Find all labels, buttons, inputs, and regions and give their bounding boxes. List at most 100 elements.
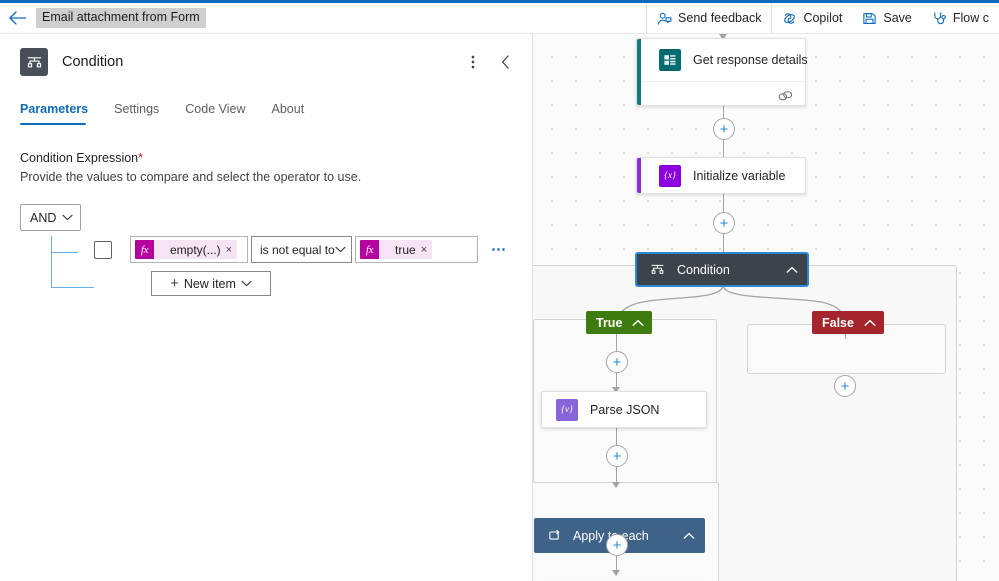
tab-settings[interactable]: Settings [114, 98, 171, 125]
true-branch-badge[interactable]: True [586, 311, 653, 334]
chevron-left-icon [501, 55, 509, 69]
panel-body: Condition Expression* Provide the values… [0, 125, 532, 296]
node-parse-json[interactable]: {v} Parse JSON [541, 391, 707, 428]
condition-tree-connector [51, 236, 94, 288]
expression-token-left-remove[interactable]: × [226, 244, 237, 256]
required-asterisk: * [138, 151, 143, 165]
fx-icon: fx [135, 240, 154, 259]
chevron-down-icon [335, 246, 346, 253]
edge-true-to-plus3 [616, 331, 618, 353]
node-header: {x} Initialize variable [637, 158, 805, 193]
condition-icon [650, 262, 665, 277]
parse-json-glyph: {v} [561, 404, 573, 415]
new-item-button[interactable]: + New item [151, 271, 271, 296]
add-step-button-true[interactable]: + [606, 351, 628, 373]
chevron-up-icon [632, 319, 644, 326]
link-chain-icon [778, 91, 793, 101]
condition-expression-description: Provide the values to compare and select… [20, 170, 362, 184]
flow-checker-button[interactable]: Flow c [922, 3, 999, 34]
expression-token-right: fx true × [360, 240, 433, 259]
parse-json-icon: {v} [556, 398, 578, 421]
microsoft-forms-icon [659, 49, 681, 71]
tab-about[interactable]: About [272, 98, 317, 125]
false-branch-label: False [822, 315, 854, 330]
copilot-icon [782, 11, 797, 26]
chevron-up-icon [786, 266, 798, 273]
node-label: Get response details [693, 53, 808, 67]
fx-icon: fx [360, 240, 379, 259]
node-header: Get response details [637, 39, 808, 81]
flow-title[interactable]: Email attachment from Form [36, 8, 206, 28]
flow-canvas[interactable]: + + + + + + Get response details {x} Ini… [533, 34, 999, 581]
node-header: {v} Parse JSON [542, 392, 706, 427]
node-accent-bar [637, 158, 641, 193]
save-label: Save [883, 11, 912, 25]
collapse-chevron-button[interactable] [786, 266, 798, 274]
more-vertical-icon [471, 55, 475, 69]
panel-tabs: Parameters Settings Code View About [0, 98, 532, 125]
chevron-up-icon [864, 319, 876, 326]
condition-operator-dropdown[interactable]: is not equal to [251, 236, 352, 263]
collapse-chevron-button[interactable] [683, 532, 695, 540]
expression-token-left-text: empty(...) [170, 242, 221, 257]
node-get-response-details[interactable]: Get response details [636, 38, 808, 106]
condition-rows-area: fx empty(...) × is not equal to fx true … [20, 236, 512, 296]
node-condition[interactable]: Condition [635, 252, 809, 287]
condition-icon [20, 48, 48, 76]
logic-operator-dropdown[interactable]: AND [20, 204, 81, 231]
condition-row-checkbox[interactable] [94, 240, 112, 259]
copilot-label: Copilot [803, 11, 843, 25]
add-step-button-false[interactable]: + [834, 375, 856, 397]
panel-collapse-button[interactable] [492, 49, 518, 75]
flow-checker-label: Flow c [952, 11, 989, 25]
logic-operator-value: AND [30, 210, 57, 225]
new-item-label: New item [183, 276, 236, 291]
condition-row-overflow-button[interactable]: ⋯ [491, 242, 507, 257]
add-step-button-1[interactable]: + [713, 118, 735, 140]
condition-operator-value: is not equal to [260, 242, 335, 257]
toolbar-actions: Send feedback Copilot Save Flow c [646, 2, 999, 34]
back-button[interactable] [0, 3, 34, 34]
node-footer [637, 81, 805, 111]
tab-parameters[interactable]: Parameters [20, 98, 100, 125]
node-accent-bar [637, 39, 641, 105]
expression-token-left: fx empty(...) × [135, 240, 238, 259]
stethoscope-icon [932, 11, 947, 26]
arrow-down-icon [612, 482, 620, 488]
plus-icon: + [170, 275, 179, 292]
person-feedback-icon [657, 11, 672, 26]
node-label: Parse JSON [590, 402, 660, 417]
tab-code-view[interactable]: Code View [185, 98, 257, 125]
condition-expression-label: Condition Expression* [20, 151, 512, 165]
save-button[interactable]: Save [852, 3, 922, 34]
chevron-down-icon [62, 214, 73, 221]
arrow-down-icon [612, 570, 620, 576]
send-feedback-label: Send feedback [678, 11, 762, 25]
node-label: Initialize variable [693, 168, 786, 183]
condition-right-value-input[interactable]: fx true × [355, 236, 478, 263]
expression-token-right-text: true [395, 242, 416, 257]
panel-title: Condition [62, 54, 124, 70]
panel-header: Condition [0, 34, 532, 76]
add-step-button-loop[interactable]: + [606, 534, 628, 556]
true-branch-label: True [596, 315, 623, 330]
node-initialize-variable[interactable]: {x} Initialize variable [636, 157, 806, 194]
flow-graph: + + + + + + Get response details {x} Ini… [533, 34, 999, 581]
loop-icon [548, 529, 561, 542]
send-feedback-button[interactable]: Send feedback [646, 2, 771, 34]
chevron-up-icon [683, 532, 695, 539]
top-toolbar: Email attachment from Form Send feedback [0, 0, 999, 34]
condition-left-value-input[interactable]: fx empty(...) × [130, 236, 248, 263]
chevron-down-icon [241, 280, 252, 287]
panel-header-actions [460, 49, 518, 75]
variable-braces-icon: {x} [659, 164, 681, 187]
panel-more-button[interactable] [460, 49, 486, 75]
copilot-button[interactable]: Copilot [771, 2, 852, 34]
condition-expression-label-text: Condition Expression [20, 151, 139, 165]
save-disk-icon [862, 11, 877, 26]
false-branch-badge[interactable]: False [812, 311, 884, 334]
variable-glyph: {x} [664, 170, 676, 181]
add-step-button-2[interactable]: + [713, 212, 735, 234]
expression-token-right-remove[interactable]: × [421, 244, 432, 256]
add-step-button-parse[interactable]: + [606, 445, 628, 467]
